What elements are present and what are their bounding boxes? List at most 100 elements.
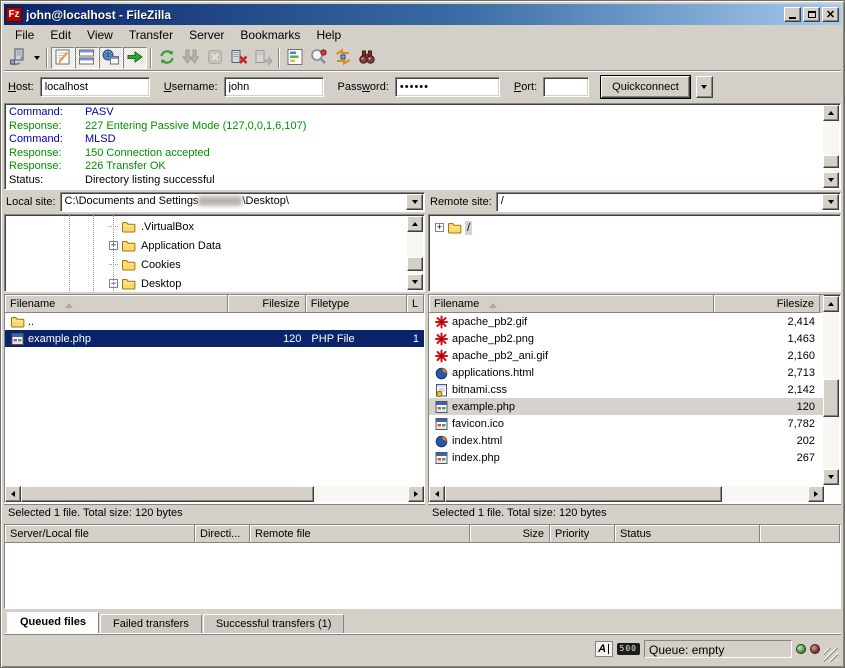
scroll-left-button[interactable]: [429, 486, 445, 502]
remote-hscrollbar[interactable]: [429, 486, 824, 502]
scroll-thumb[interactable]: [823, 379, 839, 417]
file-row-apache-pb2-gif[interactable]: apache_pb2.gif 2,414: [429, 313, 824, 330]
sync-browse-button[interactable]: [331, 47, 355, 69]
arrow-right-icon: [814, 491, 821, 497]
column-header[interactable]: Status: [615, 525, 760, 543]
speed-limit-indicator[interactable]: 500: [617, 643, 640, 655]
toggle-remote-tree-button[interactable]: [99, 47, 123, 69]
file-row-index-html[interactable]: index.html 202: [429, 432, 824, 449]
file-row-bitnami-css[interactable]: bitnami.css 2,142: [429, 381, 824, 398]
column-header[interactable]: Server/Local file: [5, 525, 195, 543]
file-row-apache-pb2-ani-gif[interactable]: apache_pb2_ani.gif 2,160: [429, 347, 824, 364]
column-header[interactable]: Filesize: [714, 295, 820, 313]
toggle-queue-button[interactable]: [123, 47, 147, 69]
scroll-left-button[interactable]: [5, 486, 21, 502]
column-header[interactable]: Priority: [550, 525, 615, 543]
scroll-down-button[interactable]: [823, 172, 839, 188]
column-header[interactable]: Filetype: [306, 295, 407, 313]
local-hscrollbar[interactable]: [5, 486, 424, 502]
local-path-value: C:\Documents and Settings\Desktop\: [61, 193, 405, 211]
column-header[interactable]: L: [407, 295, 424, 313]
arrow-down-icon: [828, 475, 834, 482]
find-files-button[interactable]: [355, 47, 379, 69]
column-header[interactable]: Directi...: [195, 525, 250, 543]
sync-browse-icon: [333, 47, 353, 70]
toggle-local-tree-button[interactable]: [75, 47, 99, 69]
scroll-right-button[interactable]: [408, 486, 424, 502]
column-header[interactable]: Filename: [429, 295, 714, 313]
scroll-up-button[interactable]: [823, 105, 839, 121]
local-tree-scrollbar[interactable]: [407, 216, 423, 290]
file-row-item[interactable]: ..: [5, 313, 424, 330]
quickconnect-button[interactable]: Quickconnect: [601, 76, 690, 98]
tab-queued-files[interactable]: Queued files: [7, 612, 99, 633]
cancel-button[interactable]: [203, 47, 227, 69]
scroll-up-button[interactable]: [407, 216, 423, 232]
file-row-apache-pb2-png[interactable]: apache_pb2.png 1,463: [429, 330, 824, 347]
minimize-button[interactable]: [784, 7, 801, 22]
disconnect-button[interactable]: [227, 47, 251, 69]
quickconnect-dropdown-button[interactable]: [696, 76, 713, 98]
close-button[interactable]: ✕: [822, 7, 839, 22]
column-header[interactable]: Filesize: [228, 295, 305, 313]
expand-plus-icon[interactable]: +: [435, 223, 444, 232]
file-row-index-php[interactable]: index.php 267: [429, 449, 824, 466]
column-header[interactable]: Size: [470, 525, 550, 543]
local-path-combo[interactable]: C:\Documents and Settings\Desktop\: [60, 192, 425, 212]
tab-failed-transfers[interactable]: Failed transfers: [100, 614, 202, 633]
menu-item-transfer[interactable]: Transfer: [121, 26, 181, 45]
tree-item-desktop[interactable]: − Desktop: [109, 274, 406, 292]
menu-item-server[interactable]: Server: [181, 26, 232, 45]
tree-item-application-data[interactable]: + Application Data: [109, 236, 406, 255]
process-queue-button[interactable]: [179, 47, 203, 69]
remote-path-dropdown-button[interactable]: [822, 194, 839, 210]
log-line: Command: MLSD: [9, 133, 822, 147]
menu-item-help[interactable]: Help: [308, 26, 349, 45]
host-input[interactable]: [40, 77, 150, 97]
transfer-type-indicator[interactable]: A: [595, 641, 613, 657]
scroll-thumb[interactable]: [823, 155, 839, 168]
site-manager-button[interactable]: [6, 47, 30, 69]
scroll-down-button[interactable]: [823, 469, 839, 485]
column-header[interactable]: Remote file: [250, 525, 470, 543]
file-row-example-php[interactable]: example.php 120 PHP File 1: [5, 330, 424, 347]
log-scrollbar[interactable]: [823, 105, 839, 188]
menu-item-view[interactable]: View: [79, 26, 121, 45]
filter-button[interactable]: [283, 47, 307, 69]
scroll-thumb[interactable]: [407, 257, 423, 271]
scroll-thumb[interactable]: [445, 486, 722, 502]
toggle-log-button[interactable]: [51, 47, 75, 69]
scroll-down-button[interactable]: [407, 274, 423, 290]
file-row-example-php[interactable]: example.php 120: [429, 398, 824, 415]
column-header[interactable]: Filename: [5, 295, 228, 313]
scroll-thumb[interactable]: [21, 486, 314, 502]
site-manager-dropdown-button[interactable]: [30, 47, 43, 69]
arrow-up-icon: [828, 299, 834, 306]
censored-username: [198, 196, 242, 206]
menu-bar: FileEditViewTransferServerBookmarksHelp: [4, 25, 841, 45]
password-input[interactable]: [395, 77, 500, 97]
refresh-button[interactable]: [155, 47, 179, 69]
tree-item-virtualbox[interactable]: .VirtualBox: [109, 217, 406, 236]
compare-button[interactable]: [307, 47, 331, 69]
maximize-button[interactable]: [803, 7, 820, 22]
port-input[interactable]: [543, 77, 589, 97]
menu-item-edit[interactable]: Edit: [42, 26, 79, 45]
tab-successful-transfers-1[interactable]: Successful transfers (1): [203, 614, 345, 633]
scroll-up-button[interactable]: [823, 296, 839, 312]
tree-item-cookies[interactable]: Cookies: [109, 255, 406, 274]
tree-item-item[interactable]: + /: [435, 218, 836, 237]
local-path-dropdown-button[interactable]: [406, 194, 423, 210]
reconnect-button[interactable]: [251, 47, 275, 69]
menu-item-file[interactable]: File: [7, 26, 42, 45]
scroll-right-button[interactable]: [808, 486, 824, 502]
file-row-favicon-ico[interactable]: favicon.ico 7,782: [429, 415, 824, 432]
remote-vscrollbar[interactable]: [823, 296, 839, 485]
resize-grip[interactable]: [824, 648, 838, 662]
menu-item-bookmarks[interactable]: Bookmarks: [232, 26, 308, 45]
username-input[interactable]: [224, 77, 324, 97]
transfer-queue: Server/Local file Directi... Remote file…: [4, 524, 841, 609]
remote-path-combo[interactable]: /: [496, 192, 841, 212]
file-row-applications-html[interactable]: applications.html 2,713: [429, 364, 824, 381]
column-header[interactable]: [760, 525, 840, 543]
